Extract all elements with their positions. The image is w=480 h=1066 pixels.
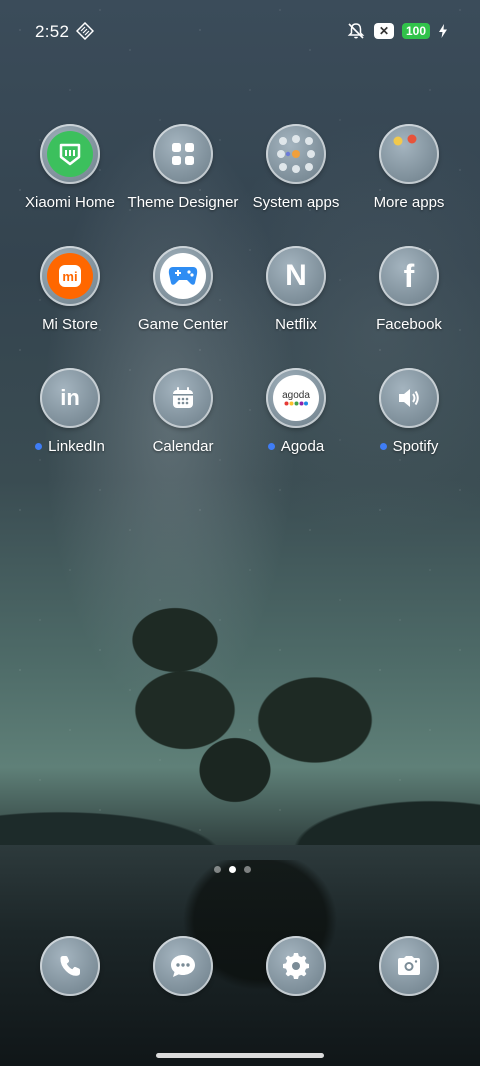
app-label-with-dot: Agoda — [236, 438, 356, 455]
agoda-icon: agoda — [266, 368, 326, 428]
app-label: Mi Store — [42, 316, 98, 333]
app-label: System apps — [252, 194, 340, 211]
app-label: Spotify — [392, 438, 439, 455]
app-label-with-dot: LinkedIn — [10, 438, 130, 455]
camera-icon[interactable] — [379, 936, 439, 996]
page-dot-active — [229, 866, 236, 873]
folder-icon — [266, 124, 326, 184]
app-game-center[interactable]: Game Center — [123, 246, 243, 346]
charging-icon — [439, 24, 447, 38]
home-gesture-bar[interactable] — [156, 1053, 324, 1058]
app-linkedin[interactable]: in LinkedIn — [10, 368, 130, 468]
linkedin-logo: in — [60, 385, 80, 410]
app-calendar[interactable]: Calendar — [123, 368, 243, 468]
app-xiaomi-home[interactable]: Xiaomi Home — [10, 124, 130, 224]
messages-icon[interactable] — [153, 936, 213, 996]
facebook-logo: f — [403, 257, 415, 294]
settings-icon[interactable] — [266, 936, 326, 996]
app-spotify[interactable]: Spotify — [349, 368, 469, 468]
clock: 2:52 — [35, 22, 70, 41]
new-install-dot — [379, 442, 387, 450]
app-label: More apps — [373, 194, 445, 211]
nfc-icon — [76, 22, 94, 40]
app-netflix[interactable]: N Netflix — [236, 246, 356, 346]
app-mi-store[interactable]: mi Mi Store — [10, 246, 130, 346]
new-install-dot — [267, 442, 275, 450]
linkedin-icon: in — [40, 368, 100, 428]
wallpaper-tree — [115, 600, 395, 860]
app-label: Netflix — [275, 316, 317, 333]
xiaomi-home-icon — [40, 124, 100, 184]
status-bar: 2:52 ✕ 100 — [0, 0, 480, 62]
folder-system-apps[interactable]: System apps — [236, 124, 356, 224]
app-label: Calendar — [152, 438, 214, 455]
app-facebook[interactable]: f Facebook — [349, 246, 469, 346]
netflix-icon: N — [266, 246, 326, 306]
facebook-icon: f — [379, 246, 439, 306]
app-label: Theme Designer — [127, 194, 239, 211]
notification-badge-icon: ✕ — [373, 23, 394, 39]
app-label-with-dot: Spotify — [349, 438, 469, 455]
app-label: Xiaomi Home — [24, 194, 116, 211]
mi-logo: mi — [59, 265, 81, 287]
app-label: Agoda — [280, 438, 325, 455]
agoda-logo: agoda — [282, 390, 310, 401]
phone-icon[interactable] — [40, 936, 100, 996]
folder-more-apps[interactable]: More apps — [349, 124, 469, 224]
app-label: Facebook — [376, 316, 442, 333]
page-indicator[interactable] — [214, 866, 251, 873]
battery-indicator: 100 — [401, 23, 430, 39]
theme-designer-icon — [153, 124, 213, 184]
game-center-icon — [153, 246, 213, 306]
app-theme-designer[interactable]: Theme Designer — [123, 124, 243, 224]
new-install-dot — [35, 442, 43, 450]
speaker-icon — [379, 368, 439, 428]
calendar-icon — [153, 368, 213, 428]
dock — [0, 936, 480, 996]
app-agoda[interactable]: agoda Agoda — [236, 368, 356, 468]
mi-store-icon: mi — [40, 246, 100, 306]
app-label: LinkedIn — [48, 438, 105, 455]
app-label: Game Center — [137, 316, 229, 333]
folder-icon — [379, 124, 439, 184]
page-dot — [244, 866, 251, 873]
mute-bell-icon — [347, 23, 365, 39]
page-dot — [214, 866, 221, 873]
netflix-logo: N — [285, 259, 307, 292]
